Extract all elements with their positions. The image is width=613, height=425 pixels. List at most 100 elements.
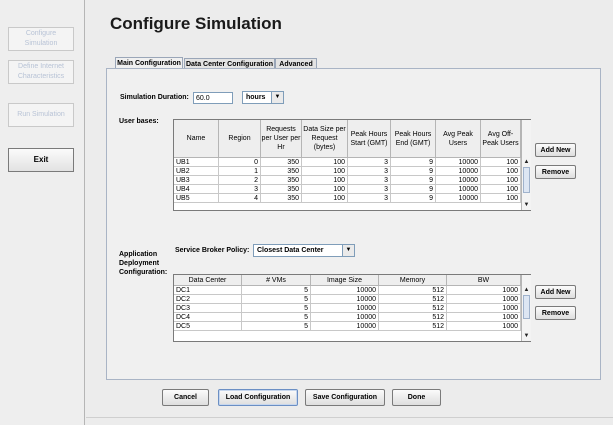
table-cell[interactable]: UB5: [174, 194, 219, 203]
user-base-row[interactable]: UB1 0 350 100 3 9 10000 100: [174, 158, 521, 167]
dc-col-memory[interactable]: Memory: [379, 275, 447, 286]
table-cell[interactable]: DC5: [174, 322, 242, 331]
table-cell[interactable]: 9: [391, 167, 436, 176]
table-cell[interactable]: 1: [219, 167, 261, 176]
ub-col-avg-offpeak[interactable]: Avg Off-Peak Users: [481, 120, 521, 158]
table-cell[interactable]: UB1: [174, 158, 219, 167]
table-cell[interactable]: 10000: [311, 304, 379, 313]
table-cell[interactable]: 3: [348, 167, 391, 176]
table-cell[interactable]: 9: [391, 185, 436, 194]
table-cell[interactable]: 2: [219, 176, 261, 185]
table-cell[interactable]: 10000: [436, 158, 481, 167]
table-cell[interactable]: 100: [302, 176, 348, 185]
table-cell[interactable]: 350: [261, 185, 302, 194]
duration-unit-select[interactable]: hours ▼: [242, 91, 284, 104]
table-cell[interactable]: 350: [261, 194, 302, 203]
table-cell[interactable]: 10000: [436, 167, 481, 176]
table-cell[interactable]: 5: [242, 286, 311, 295]
table-cell[interactable]: 1000: [447, 286, 521, 295]
table-cell[interactable]: 5: [242, 322, 311, 331]
deployment-scrollbar[interactable]: ▲ ▼: [521, 275, 531, 341]
table-cell[interactable]: 100: [481, 185, 521, 194]
scroll-up-icon[interactable]: ▲: [522, 286, 531, 294]
save-configuration-button[interactable]: Save Configuration: [305, 389, 385, 406]
ub-col-peak-end[interactable]: Peak Hours End (GMT): [391, 120, 436, 158]
table-cell[interactable]: 3: [348, 194, 391, 203]
table-cell[interactable]: 100: [481, 194, 521, 203]
ub-col-name[interactable]: Name: [174, 120, 219, 158]
user-base-row[interactable]: UB4 3 350 100 3 9 10000 100: [174, 185, 521, 194]
table-cell[interactable]: 100: [302, 194, 348, 203]
data-center-row[interactable]: DC4 5 10000 512 1000: [174, 313, 521, 322]
define-internet-characteristics-button[interactable]: Define Internet Characteristics: [8, 60, 74, 84]
table-cell[interactable]: 100: [481, 167, 521, 176]
data-center-row[interactable]: DC1 5 10000 512 1000: [174, 286, 521, 295]
table-cell[interactable]: DC3: [174, 304, 242, 313]
table-cell[interactable]: UB4: [174, 185, 219, 194]
scroll-thumb[interactable]: [523, 167, 530, 193]
scroll-down-icon[interactable]: ▼: [522, 332, 531, 340]
dc-col-vms[interactable]: # VMs: [242, 275, 311, 286]
user-bases-remove-button[interactable]: Remove: [535, 165, 576, 179]
table-cell[interactable]: 4: [219, 194, 261, 203]
scroll-down-icon[interactable]: ▼: [522, 201, 531, 209]
data-center-row[interactable]: DC2 5 10000 512 1000: [174, 295, 521, 304]
done-button[interactable]: Done: [392, 389, 441, 406]
table-cell[interactable]: DC1: [174, 286, 242, 295]
user-bases-scrollbar[interactable]: ▲ ▼: [521, 120, 531, 210]
simulation-duration-input[interactable]: 60.0: [193, 92, 233, 104]
table-cell[interactable]: 10000: [311, 313, 379, 322]
data-center-row[interactable]: DC3 5 10000 512 1000: [174, 304, 521, 313]
table-cell[interactable]: 1000: [447, 322, 521, 331]
table-cell[interactable]: 3: [348, 176, 391, 185]
table-cell[interactable]: 3: [348, 185, 391, 194]
configure-simulation-button[interactable]: Configure Simulation: [8, 27, 74, 51]
table-cell[interactable]: 10000: [311, 286, 379, 295]
table-cell[interactable]: 100: [481, 176, 521, 185]
table-cell[interactable]: 0: [219, 158, 261, 167]
user-base-row[interactable]: UB3 2 350 100 3 9 10000 100: [174, 176, 521, 185]
table-cell[interactable]: 9: [391, 176, 436, 185]
user-base-row[interactable]: UB2 1 350 100 3 9 10000 100: [174, 167, 521, 176]
service-broker-policy-select[interactable]: Closest Data Center ▼: [253, 244, 355, 257]
table-cell[interactable]: 3: [219, 185, 261, 194]
table-cell[interactable]: 5: [242, 304, 311, 313]
table-cell[interactable]: 5: [242, 313, 311, 322]
table-cell[interactable]: 350: [261, 167, 302, 176]
table-cell[interactable]: 512: [379, 286, 447, 295]
table-cell[interactable]: UB2: [174, 167, 219, 176]
dc-col-bw[interactable]: BW: [447, 275, 521, 286]
table-cell[interactable]: 512: [379, 295, 447, 304]
deployment-table[interactable]: Data Center # VMs Image Size Memory BW ▲…: [173, 274, 531, 342]
table-cell[interactable]: 512: [379, 322, 447, 331]
dc-col-data-center[interactable]: Data Center: [174, 275, 242, 286]
table-cell[interactable]: DC2: [174, 295, 242, 304]
ub-col-requests[interactable]: Requests per User per Hr: [261, 120, 302, 158]
data-center-row[interactable]: DC5 5 10000 512 1000: [174, 322, 521, 331]
table-cell[interactable]: 1000: [447, 304, 521, 313]
load-configuration-button[interactable]: Load Configuration: [218, 389, 298, 406]
table-cell[interactable]: 512: [379, 313, 447, 322]
table-cell[interactable]: 3: [348, 158, 391, 167]
ub-col-peak-start[interactable]: Peak Hours Start (GMT): [348, 120, 391, 158]
deployment-remove-button[interactable]: Remove: [535, 306, 576, 320]
table-cell[interactable]: 9: [391, 158, 436, 167]
table-cell[interactable]: 512: [379, 304, 447, 313]
table-cell[interactable]: 100: [302, 185, 348, 194]
scroll-up-icon[interactable]: ▲: [522, 158, 531, 166]
ub-col-region[interactable]: Region: [219, 120, 261, 158]
ub-col-avg-peak[interactable]: Avg Peak Users: [436, 120, 481, 158]
table-cell[interactable]: 1000: [447, 295, 521, 304]
table-cell[interactable]: DC4: [174, 313, 242, 322]
table-cell[interactable]: 10000: [436, 176, 481, 185]
table-cell[interactable]: 9: [391, 194, 436, 203]
user-bases-add-new-button[interactable]: Add New: [535, 143, 576, 157]
exit-button[interactable]: Exit: [8, 148, 74, 172]
table-cell[interactable]: 10000: [311, 295, 379, 304]
table-cell[interactable]: 100: [481, 158, 521, 167]
scroll-thumb[interactable]: [523, 295, 530, 319]
table-cell[interactable]: 1000: [447, 313, 521, 322]
table-cell[interactable]: 350: [261, 176, 302, 185]
table-cell[interactable]: UB3: [174, 176, 219, 185]
run-simulation-button[interactable]: Run Simulation: [8, 103, 74, 127]
